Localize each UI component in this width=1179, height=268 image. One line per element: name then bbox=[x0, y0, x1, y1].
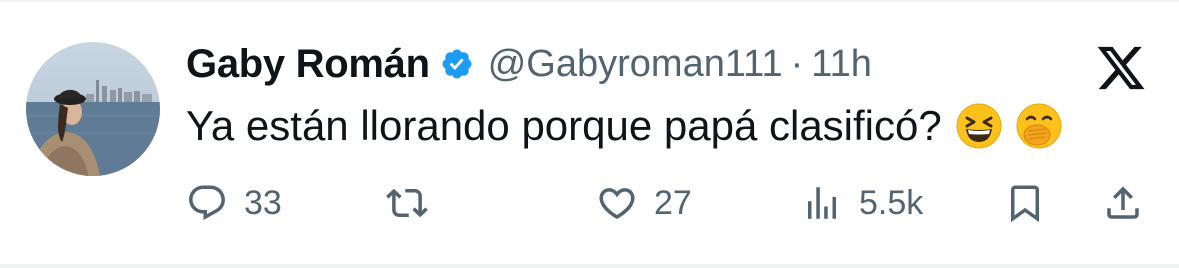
share-icon bbox=[1102, 182, 1144, 224]
top-divider bbox=[0, 0, 1179, 2]
bottom-divider bbox=[0, 264, 1179, 268]
bookmark-button[interactable] bbox=[1004, 178, 1046, 228]
reply-icon bbox=[186, 182, 228, 224]
tweet-actions: 33 27 5.5k bbox=[186, 178, 1156, 228]
tweet-body: Ya están llorando porque papá clasificó? bbox=[186, 102, 942, 149]
avatar[interactable] bbox=[26, 42, 160, 176]
reply-button[interactable]: 33 bbox=[186, 178, 282, 228]
like-button[interactable]: 27 bbox=[596, 178, 692, 228]
views-icon bbox=[801, 182, 843, 224]
tweet-time[interactable]: 11h bbox=[811, 43, 872, 86]
retweet-icon bbox=[386, 182, 428, 224]
retweet-button[interactable] bbox=[386, 178, 428, 228]
verified-badge-icon[interactable] bbox=[440, 47, 474, 81]
views-count: 5.5k bbox=[859, 183, 924, 222]
reply-count: 33 bbox=[244, 183, 282, 222]
face-with-hand-over-mouth-emoji bbox=[1016, 103, 1062, 149]
tweet-header: Gaby Román @Gabyroman111 · 11h bbox=[186, 36, 872, 92]
separator-dot: · bbox=[790, 42, 804, 85]
author-handle[interactable]: @Gabyroman111 bbox=[488, 43, 783, 86]
x-logo-icon[interactable] bbox=[1095, 42, 1147, 94]
grinning-squinting-face-emoji bbox=[956, 103, 1002, 149]
views-button[interactable]: 5.5k bbox=[801, 178, 923, 228]
bookmark-icon bbox=[1004, 182, 1046, 224]
author-name[interactable]: Gaby Román bbox=[186, 42, 430, 87]
tweet-text: Ya están llorando porque papá clasificó? bbox=[186, 98, 1062, 154]
like-icon bbox=[596, 182, 638, 224]
like-count: 27 bbox=[654, 183, 692, 222]
share-button[interactable] bbox=[1102, 178, 1144, 228]
